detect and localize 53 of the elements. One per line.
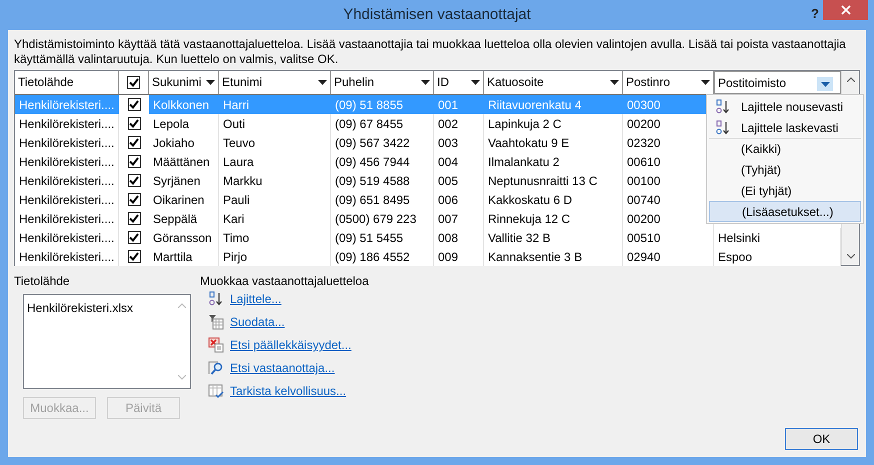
table-cell[interactable]: Pirjo (219, 247, 331, 266)
scroll-up-icon (846, 77, 854, 82)
checkbox[interactable] (128, 250, 140, 263)
checkbox[interactable] (128, 212, 140, 225)
validate-icon (208, 383, 224, 399)
caret-icon (820, 82, 830, 86)
scroll-down-icon (846, 254, 854, 259)
table-cell[interactable]: 02940 (623, 247, 714, 266)
action-link[interactable]: Etsi vastaanottaja... (230, 359, 335, 377)
sort-icon (208, 291, 224, 307)
duplicates-icon (208, 337, 224, 353)
sort-icon (715, 98, 731, 114)
checkbox[interactable] (128, 117, 140, 130)
ok-button[interactable]: OK (785, 428, 858, 450)
action-link[interactable]: Suodata... (230, 313, 285, 331)
menu-item[interactable]: (Kaikki) (709, 138, 861, 159)
action-link[interactable]: Lajittele... (230, 290, 282, 308)
caret-icon (701, 80, 710, 85)
action-link[interactable]: Tarkista kelvollisuus... (230, 382, 346, 400)
list-item[interactable]: Henkilörekisteri.xlsx (27, 299, 174, 317)
instructions-text: Yhdistämistoiminto käyttää tätä vastaanottajaluetteloa. Lisää vastaanottajia tai muokkaa luetteloa olla olevien valintojen avulla. Lisää tai poista vastaanottajia käyttämällä valintaruutuja. Kun luettelo on valmis, valitse OK. (14, 37, 847, 67)
help-button[interactable]: ? (811, 4, 819, 24)
checkbox[interactable] (128, 136, 140, 149)
section-label: Muokkaa vastaanottajaluetteloa (200, 273, 369, 288)
scroll-up-icon (178, 303, 186, 308)
caret-icon (206, 80, 215, 85)
window-title: Yhdistämisen vastaanottajat (343, 4, 531, 25)
caret-icon (471, 80, 480, 85)
column-header[interactable]: Postitoimisto (714, 71, 841, 94)
section-label: Tietolähde (14, 273, 71, 288)
search-icon (208, 360, 224, 376)
table-cell[interactable]: Marttila (149, 247, 219, 266)
caret-icon (610, 80, 619, 85)
checkbox[interactable] (127, 76, 140, 89)
close-icon (840, 5, 850, 15)
scroll-down-icon (178, 375, 186, 380)
menu-item[interactable]: (Lisäasetukset...) (709, 201, 861, 222)
data-source-list[interactable]: Henkilörekisteri.xlsx (23, 294, 191, 389)
caret-icon (421, 80, 430, 85)
column-header[interactable]: Tietolähde (15, 71, 119, 94)
checkbox[interactable] (128, 98, 140, 111)
checkbox[interactable] (128, 155, 140, 168)
table-cell[interactable]: Kannaksentie 3 B (484, 247, 623, 266)
sort-icon (715, 120, 731, 136)
table-cell[interactable]: 009 (434, 247, 484, 266)
action-link[interactable]: Etsi päällekkäisyydet... (230, 336, 352, 354)
checkbox[interactable] (128, 193, 140, 206)
close-button[interactable] (823, 0, 868, 20)
table-cell[interactable]: (09) 186 4552 (331, 247, 434, 266)
checkbox[interactable] (128, 174, 140, 187)
caret-icon (318, 80, 327, 85)
checkbox[interactable] (128, 231, 140, 244)
filter-icon (208, 314, 224, 330)
